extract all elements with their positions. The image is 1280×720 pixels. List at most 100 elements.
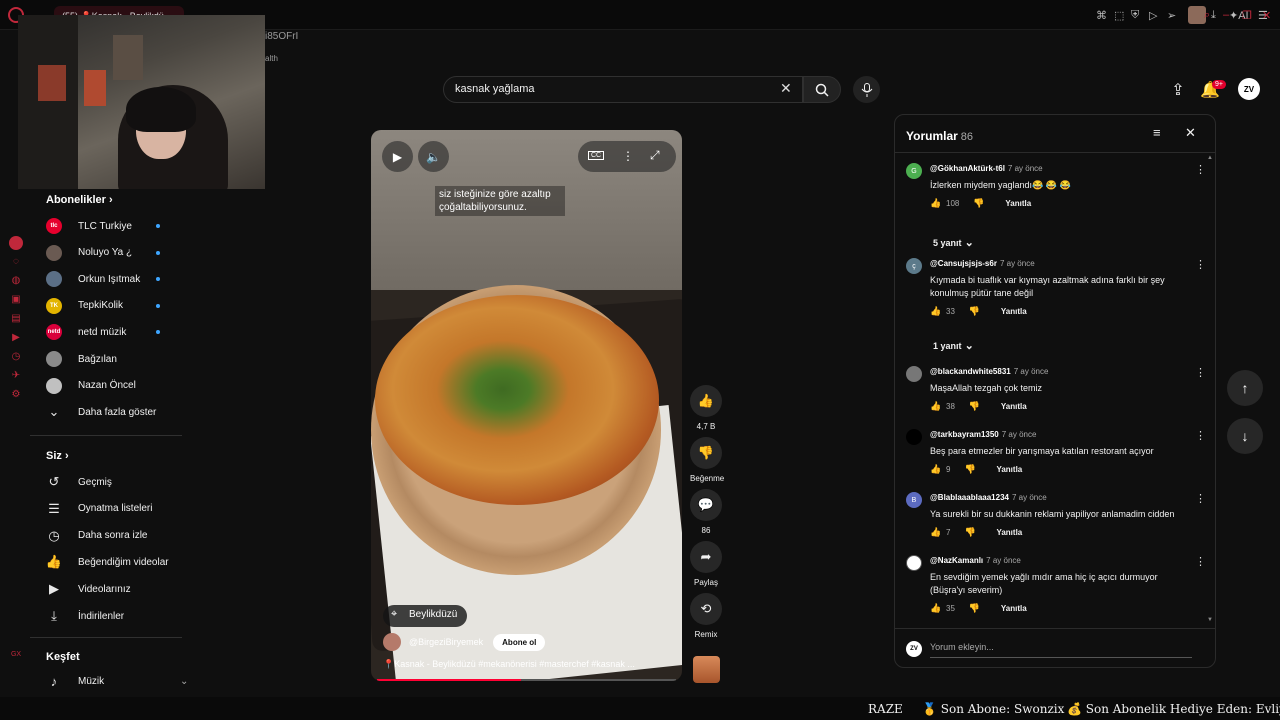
- minimize-icon[interactable]: –: [1223, 9, 1229, 21]
- commenter-name[interactable]: @tarkbayram1350 7 ay önce: [930, 430, 1036, 439]
- view-replies-button[interactable]: 1 yanıt ⌄: [933, 339, 974, 352]
- cc-button[interactable]: CC: [588, 151, 605, 160]
- thumbs-down-icon[interactable]: 👎: [969, 401, 981, 412]
- play-icon[interactable]: ▷: [1149, 9, 1157, 22]
- commenter-avatar[interactable]: [906, 555, 922, 571]
- comment-more-icon[interactable]: ⋮: [1195, 492, 1206, 505]
- subscription-item[interactable]: Noluyo Ya ¿: [46, 240, 186, 266]
- search-button[interactable]: [803, 76, 841, 103]
- explore-item[interactable]: ♪ Müzik: [46, 668, 186, 694]
- thumbs-down-icon[interactable]: 👎: [969, 603, 981, 614]
- subscriptions-title[interactable]: Abonelikler ›: [46, 194, 113, 206]
- comment-more-icon[interactable]: ⋮: [1195, 258, 1206, 271]
- next-short-button[interactable]: ↓: [1227, 418, 1263, 454]
- channel-name[interactable]: @BirgeziBiryemek: [409, 637, 483, 647]
- commenter-avatar[interactable]: [906, 429, 922, 445]
- sound-thumbnail[interactable]: [693, 656, 720, 683]
- you-item[interactable]: ◷ Daha sonra izle: [46, 523, 186, 549]
- comment-more-icon[interactable]: ⋮: [1195, 163, 1206, 176]
- you-item[interactable]: ⤓ İndirilenler: [46, 603, 186, 629]
- comment-input[interactable]: Yorum ekleyin...: [930, 642, 1192, 658]
- comments-scrollbar[interactable]: ▲ ▼: [1207, 155, 1213, 625]
- you-item[interactable]: ▶ Videolarınız: [46, 576, 186, 602]
- commenter-name[interactable]: @NazKamanlı 7 ay önce: [930, 556, 1021, 565]
- account-avatar[interactable]: ZV: [1238, 78, 1260, 100]
- subscription-item[interactable]: Orkun Işıtmak: [46, 266, 186, 292]
- you-title[interactable]: Siz ›: [46, 450, 69, 462]
- you-item[interactable]: ↺ Geçmiş: [46, 469, 186, 495]
- clear-search-icon[interactable]: ✕: [780, 80, 792, 97]
- side-icon-2[interactable]: ◍: [6, 275, 26, 286]
- thumbs-up-icon[interactable]: 👍: [930, 464, 942, 475]
- scroll-down-icon[interactable]: ⌄: [180, 676, 188, 687]
- side-icon-6[interactable]: ◷: [6, 351, 26, 362]
- you-item[interactable]: 👍 Beğendiğim videolar: [46, 549, 186, 575]
- comments-action[interactable]: 💬 86: [690, 489, 722, 535]
- thumbs-up-icon[interactable]: 👍: [930, 306, 942, 317]
- subscription-item[interactable]: TK TepkiKolik: [46, 293, 186, 319]
- download-icon[interactable]: ⤓: [1211, 9, 1216, 22]
- commenter-name[interactable]: @Cansujsjsjs-s6r 7 ay önce: [930, 259, 1035, 268]
- opera-icon[interactable]: [9, 236, 23, 250]
- you-item[interactable]: ☰ Oynatma listeleri: [46, 496, 186, 522]
- shield-icon[interactable]: ⛨: [1131, 9, 1139, 22]
- thumbs-down-icon[interactable]: 👎: [964, 527, 976, 538]
- search-input[interactable]: kasnak yağlama: [443, 76, 803, 103]
- url-fragment[interactable]: i85OFrI: [265, 31, 298, 42]
- reply-button[interactable]: Yanıtla: [1005, 199, 1031, 208]
- reply-button[interactable]: Yanıtla: [1001, 307, 1027, 316]
- view-replies-button[interactable]: 5 yanıt ⌄: [933, 236, 974, 249]
- side-icon-1[interactable]: ◌: [6, 256, 26, 267]
- reply-button[interactable]: Yanıtla: [996, 465, 1022, 474]
- maximize-icon[interactable]: ❐: [1242, 9, 1252, 22]
- progress-bar[interactable]: [377, 679, 676, 681]
- side-icon-5[interactable]: ▶: [6, 332, 26, 343]
- more-options-icon[interactable]: ⋮: [622, 149, 634, 163]
- comment-more-icon[interactable]: ⋮: [1195, 429, 1206, 442]
- bookmark-fragment[interactable]: alth: [265, 54, 278, 63]
- thumbs-down-icon[interactable]: 👎: [969, 306, 981, 317]
- thumbs-down-icon[interactable]: 👎: [973, 198, 985, 209]
- remix-action[interactable]: ⟲ Remix: [690, 593, 722, 639]
- fullscreen-icon[interactable]: ⤢: [650, 148, 660, 163]
- settings-icon[interactable]: ⚙: [6, 389, 26, 400]
- subscription-item[interactable]: Nazan Öncel: [46, 373, 186, 399]
- volume-button[interactable]: 🔈: [418, 141, 449, 172]
- comment-more-icon[interactable]: ⋮: [1195, 366, 1206, 379]
- reply-button[interactable]: Yanıtla: [1001, 402, 1027, 411]
- thumbs-up-icon[interactable]: 👍: [930, 603, 942, 614]
- bookmark-icon[interactable]: ⌘: [1096, 9, 1107, 22]
- commenter-avatar[interactable]: B: [906, 492, 922, 508]
- search-window-icon[interactable]: ⌕: [1204, 9, 1210, 22]
- thumbs-up-icon[interactable]: 👍: [930, 198, 942, 209]
- close-icon[interactable]: ✕: [1185, 125, 1196, 141]
- send-icon[interactable]: ➢: [1167, 9, 1176, 22]
- side-icon-3[interactable]: ▣: [6, 294, 26, 305]
- previous-short-button[interactable]: ↑: [1227, 370, 1263, 406]
- comment-more-icon[interactable]: ⋮: [1195, 555, 1206, 568]
- voice-search-button[interactable]: [853, 76, 880, 103]
- location-tag[interactable]: ⌖ Beylikdüzü: [383, 605, 468, 627]
- subscription-item[interactable]: netd netd müzik: [46, 319, 186, 345]
- share-action[interactable]: ➦ Paylaş: [690, 541, 722, 587]
- channel-avatar[interactable]: [383, 633, 401, 651]
- commenter-name[interactable]: @blackandwhite5831 7 ay önce: [930, 367, 1048, 376]
- commenter-avatar[interactable]: [906, 366, 922, 382]
- dislike-action[interactable]: 👎 Beğenme: [690, 437, 724, 483]
- sort-icon[interactable]: ≡: [1153, 125, 1161, 140]
- subscription-item[interactable]: Bağzılan: [46, 346, 186, 372]
- video-title[interactable]: 📍Kasnak - Beylikdüzü #mekanönerisi #mast…: [383, 659, 635, 670]
- reply-button[interactable]: Yanıtla: [996, 528, 1022, 537]
- like-action[interactable]: 👍 4,7 B: [690, 385, 722, 431]
- side-icon-7[interactable]: ✈: [6, 370, 26, 381]
- commenter-name[interactable]: @GökhanAktürk-t6l 7 ay önce: [930, 164, 1043, 173]
- screenshot-icon[interactable]: ⬚: [1114, 9, 1124, 22]
- upload-icon[interactable]: ⇪: [1168, 80, 1188, 100]
- reply-button[interactable]: Yanıtla: [1001, 604, 1027, 613]
- commenter-avatar[interactable]: ç: [906, 258, 922, 274]
- shorts-video-player[interactable]: siz isteğinize göre azaltıp çoğaltabiliy…: [371, 130, 682, 681]
- thumbs-up-icon[interactable]: 👍: [930, 401, 942, 412]
- show-more-button[interactable]: ⌄ Daha fazla göster: [46, 399, 186, 425]
- commenter-name[interactable]: @Blablaaablaaa1234 7 ay önce: [930, 493, 1047, 502]
- play-button[interactable]: ▶: [382, 141, 413, 172]
